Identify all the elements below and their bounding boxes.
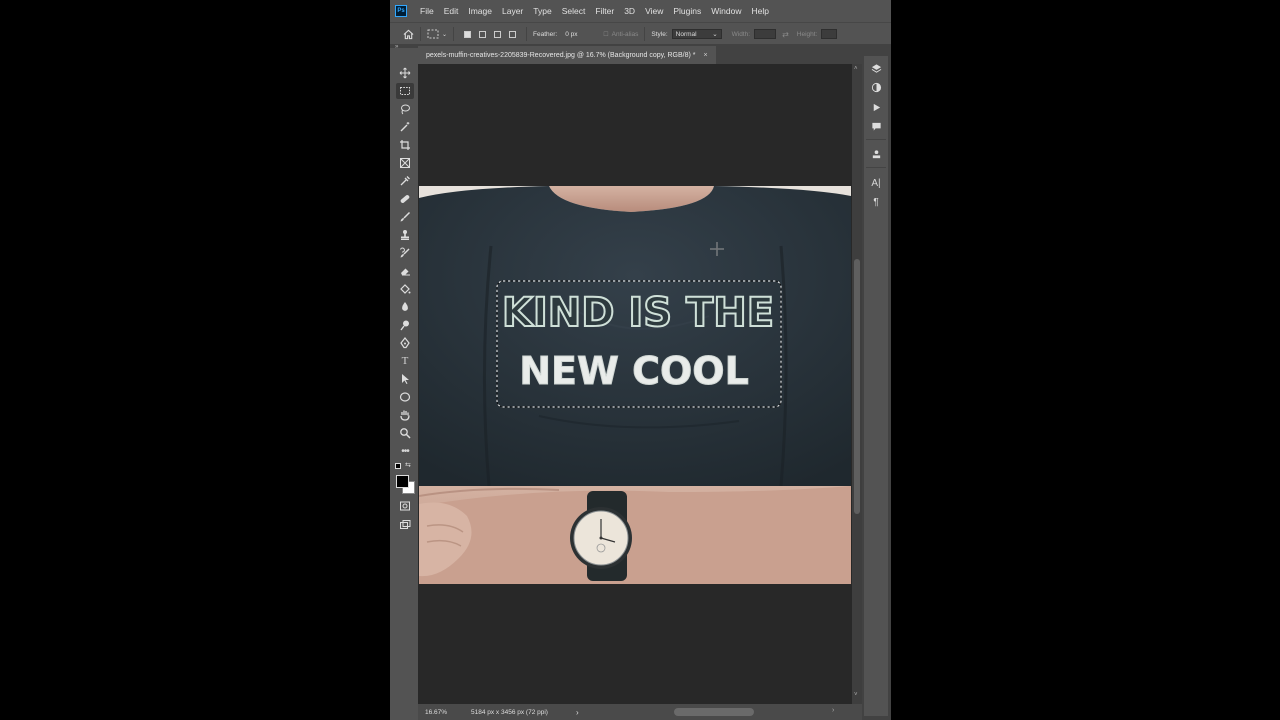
document-tab-title: pexels-muffin-creatives-2205839-Recovere… [426, 51, 696, 59]
frame-icon[interactable] [396, 155, 414, 171]
crop-icon[interactable] [396, 137, 414, 153]
screen-mode-icon[interactable] [396, 517, 414, 533]
comments-icon[interactable] [869, 119, 883, 133]
status-menu-arrow[interactable]: › [576, 708, 579, 717]
swap-colors-icon[interactable]: ⇆ [405, 461, 411, 469]
height-label: Height: [796, 30, 818, 38]
character-icon[interactable]: A| [869, 176, 883, 190]
width-label: Width: [731, 30, 751, 38]
shirt-text-line1: KIND IS THE [502, 290, 774, 336]
style-select[interactable]: Normal ⌄ [671, 29, 722, 39]
subtract-from-selection-button[interactable] [494, 30, 502, 38]
scroll-right-icon[interactable]: › [832, 707, 834, 714]
adjustments-icon[interactable] [869, 80, 883, 94]
menu-filter[interactable]: Filter [590, 6, 619, 16]
chevron-down-icon: ⌄ [442, 31, 448, 38]
eyedropper-icon[interactable] [396, 173, 414, 189]
close-tab-icon[interactable]: × [703, 52, 707, 59]
chevron-down-icon: ⌄ [712, 31, 718, 38]
paint-bucket-icon[interactable] [396, 281, 414, 297]
zoom-level[interactable]: 16.67% [425, 709, 463, 716]
magic-wand-icon[interactable] [396, 119, 414, 135]
document-canvas-area[interactable]: KIND IS THE NEW COOL [418, 64, 852, 704]
shirt-text-line2: NEW COOL [519, 349, 749, 393]
vertical-scroll-thumb[interactable] [854, 259, 860, 514]
paragraph-icon[interactable]: ¶ [869, 195, 883, 209]
menu-select[interactable]: Select [557, 6, 591, 16]
eraser-icon[interactable] [396, 263, 414, 279]
foreground-color-swatch[interactable] [396, 475, 409, 488]
lasso-icon[interactable] [396, 101, 414, 117]
document-info: 5184 px x 3456 px (72 ppi) [471, 708, 548, 716]
dodge-icon[interactable] [396, 317, 414, 333]
menu-plugins[interactable]: Plugins [668, 6, 706, 16]
play-actions-icon[interactable] [869, 100, 883, 114]
menu-3d[interactable]: 3D [619, 6, 640, 16]
swap-dimensions-icon[interactable]: ⇄ [782, 30, 789, 39]
menu-bar: Ps File Edit Image Layer Type Select Fil… [390, 0, 891, 22]
document-image[interactable]: KIND IS THE NEW COOL [419, 186, 851, 584]
more-tools-icon[interactable]: ••• [396, 443, 414, 459]
menu-layer[interactable]: Layer [497, 6, 528, 16]
menu-help[interactable]: Help [746, 6, 773, 16]
history-brush-icon[interactable] [396, 245, 414, 261]
brush-icon[interactable] [396, 209, 414, 225]
libraries-icon[interactable] [869, 147, 883, 161]
type-icon[interactable]: T [396, 353, 414, 369]
right-icon-panel: A| ¶ [864, 56, 888, 716]
style-label: Style: [651, 30, 668, 38]
blur-icon[interactable] [396, 299, 414, 315]
ellipse-icon[interactable] [396, 389, 414, 405]
menu-window[interactable]: Window [706, 6, 746, 16]
marquee-preset-picker[interactable]: ⌄ [427, 29, 447, 39]
menu-view[interactable]: View [640, 6, 668, 16]
feather-label: Feather: [533, 30, 558, 38]
horizontal-scroll-thumb[interactable] [674, 708, 754, 716]
marquee-preset-icon [427, 29, 439, 39]
move-icon[interactable] [396, 65, 414, 81]
style-value: Normal [675, 31, 697, 38]
pen-icon[interactable] [396, 335, 414, 351]
menu-file[interactable]: File [415, 6, 439, 16]
width-input[interactable] [754, 29, 777, 39]
home-icon[interactable] [403, 29, 414, 40]
photoshop-window: Ps File Edit Image Layer Type Select Fil… [390, 0, 891, 720]
hand-icon[interactable] [396, 407, 414, 423]
vertical-scrollbar[interactable]: ˄ ˅ [852, 64, 862, 704]
height-input[interactable] [821, 29, 838, 39]
tools-panel: T ••• ⇆ [392, 62, 418, 542]
options-bar: ⌄ Feather: 0 px ☐ Anti-alias Style: Norm… [390, 22, 891, 45]
menu-edit[interactable]: Edit [439, 6, 464, 16]
collapse-toolbar-icon[interactable]: » [395, 44, 398, 50]
layers-icon[interactable] [869, 61, 883, 75]
scroll-down-icon[interactable]: ˅ [854, 692, 858, 698]
document-tab[interactable]: pexels-muffin-creatives-2205839-Recovere… [418, 46, 716, 64]
anti-alias-label: Anti-alias [611, 30, 639, 38]
clone-stamp-icon[interactable] [396, 227, 414, 243]
healing-brush-icon[interactable] [396, 191, 414, 207]
zoom-icon[interactable] [396, 425, 414, 441]
photoshop-logo: Ps [395, 5, 407, 17]
menu-image[interactable]: Image [463, 6, 497, 16]
scroll-up-icon[interactable]: ˄ [854, 66, 858, 72]
menu-type[interactable]: Type [528, 6, 556, 16]
document-tab-strip: pexels-muffin-creatives-2205839-Recovere… [418, 44, 864, 64]
intersect-selection-button[interactable] [509, 30, 517, 38]
anti-alias-checkbox[interactable]: ☐ [603, 31, 608, 38]
add-to-selection-button[interactable] [479, 30, 487, 38]
status-bar: 16.67% 5184 px x 3456 px (72 ppi) › › [418, 704, 862, 720]
new-selection-button[interactable] [464, 30, 472, 38]
rectangular-marquee-icon[interactable] [396, 83, 414, 99]
default-colors-icon[interactable] [395, 463, 401, 469]
quick-mask-icon[interactable] [396, 498, 414, 514]
feather-input[interactable]: 0 px [561, 29, 596, 39]
path-selection-icon[interactable] [396, 371, 414, 387]
